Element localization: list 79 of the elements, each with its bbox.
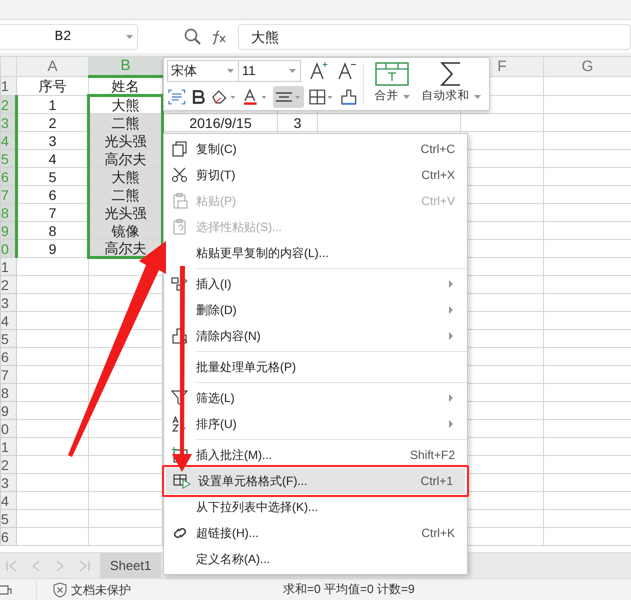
table-cell: 二熊 <box>88 114 162 132</box>
merge-button[interactable]: 合并 <box>368 60 416 108</box>
status-summary: 求和=0 平均值=0 计数=9 <box>283 583 415 595</box>
row-header[interactable]: 0 <box>0 420 16 438</box>
shortcut-label: Ctrl+X <box>421 167 455 184</box>
menu-item[interactable]: 剪切(T) Ctrl+X <box>164 162 467 188</box>
shortcut-label: Shift+F2 <box>410 447 455 464</box>
font-color-icon[interactable] <box>242 88 269 106</box>
sort-icon <box>171 415 189 433</box>
name-box[interactable]: B2 <box>0 24 138 50</box>
column-header[interactable]: A <box>16 56 88 76</box>
align-center-icon <box>274 90 302 104</box>
caret-icon <box>474 94 480 99</box>
row-header[interactable]: 3 <box>0 474 16 492</box>
menu-item[interactable]: 删除(D) <box>164 297 467 323</box>
row-header[interactable]: 5 <box>0 330 16 348</box>
shield-icon <box>53 582 67 598</box>
row-header[interactable]: 9 <box>0 402 16 420</box>
shortcut-label: Ctrl+K <box>421 525 455 542</box>
row-header[interactable]: 8 <box>0 384 16 402</box>
menu-item[interactable]: 排序(U) <box>164 411 467 437</box>
fill-color-icon[interactable] <box>210 88 238 106</box>
table-cell: 光头强 <box>88 132 162 150</box>
format-painter-icon[interactable] <box>339 88 359 106</box>
shortcut-label: Ctrl+V <box>421 193 455 210</box>
font-size-field[interactable]: 11 <box>239 60 301 82</box>
copy-icon <box>171 140 189 158</box>
row-header[interactable]: 2 <box>0 276 16 294</box>
menu-item[interactable]: 复制(C) Ctrl+C <box>164 136 467 162</box>
wrap-text-icon[interactable] <box>167 88 187 106</box>
row-header[interactable]: 6 <box>0 348 16 366</box>
table-cell: 二熊 <box>88 186 162 204</box>
menu-item[interactable]: 批量处理单元格(P) <box>164 354 467 380</box>
column-header[interactable]: G <box>544 56 631 76</box>
caret-icon <box>126 35 133 39</box>
row-header[interactable]: 5 <box>0 510 16 528</box>
caret-icon <box>227 69 234 73</box>
row-header[interactable]: 4 <box>0 312 16 330</box>
clipboard-icon <box>171 192 189 210</box>
menu-item[interactable]: 筛选(L) <box>164 385 467 411</box>
zoom-icon[interactable] <box>184 28 202 46</box>
merge-cells-icon <box>374 60 410 88</box>
menu-item[interactable]: 定义名称(A)... <box>164 546 467 572</box>
menu-item[interactable]: 清除内容(N) <box>164 323 467 349</box>
table-cell: 2016/9/15 <box>162 114 278 132</box>
align-center-button[interactable] <box>272 86 304 108</box>
menu-item[interactable]: 插入(I) <box>164 271 467 297</box>
table-cell: 大熊 <box>88 96 162 114</box>
macro-icon[interactable] <box>0 582 12 596</box>
table-cell: 3 <box>278 114 318 132</box>
function-icon[interactable] <box>210 29 228 45</box>
sheet-tab[interactable]: Sheet1 <box>100 552 162 578</box>
decrease-font-icon[interactable] <box>337 61 357 81</box>
shortcut-label: Ctrl+1 <box>420 473 453 490</box>
row-header[interactable]: 1 <box>0 438 16 456</box>
formula-field[interactable]: 大熊 <box>238 24 631 50</box>
shortcut-label: Ctrl+C <box>420 141 455 158</box>
protection-status[interactable]: 文档未保护 <box>71 580 131 598</box>
row-header[interactable]: 1 <box>0 258 16 276</box>
row-header[interactable]: 2 <box>0 456 16 474</box>
row-header[interactable]: 6 <box>0 528 16 546</box>
table-cell: 光头强 <box>88 204 162 222</box>
row-header[interactable]: 4 <box>0 492 16 510</box>
menu-item[interactable]: 超链接(H)... Ctrl+K <box>164 520 467 546</box>
table-play-icon <box>173 472 191 490</box>
caret-icon <box>289 69 296 73</box>
table-cell: 镜像 <box>88 222 162 240</box>
table-cell: 高尔夫 <box>88 150 162 168</box>
row-header[interactable]: 1 <box>0 76 16 96</box>
font-name-field[interactable]: 宋体 <box>167 60 239 82</box>
caret-icon <box>402 94 410 99</box>
row-header[interactable]: 7 <box>0 366 16 384</box>
increase-font-icon[interactable] <box>309 61 329 81</box>
bold-icon[interactable] <box>190 88 206 106</box>
menu-item[interactable]: 粘贴更早复制的内容(L)... <box>164 240 467 266</box>
table-cell: 大熊 <box>88 168 162 186</box>
menu-item[interactable]: 从下拉列表中选择(K)... <box>164 494 467 520</box>
scissors-icon <box>171 166 189 184</box>
row-header[interactable]: 3 <box>0 294 16 312</box>
